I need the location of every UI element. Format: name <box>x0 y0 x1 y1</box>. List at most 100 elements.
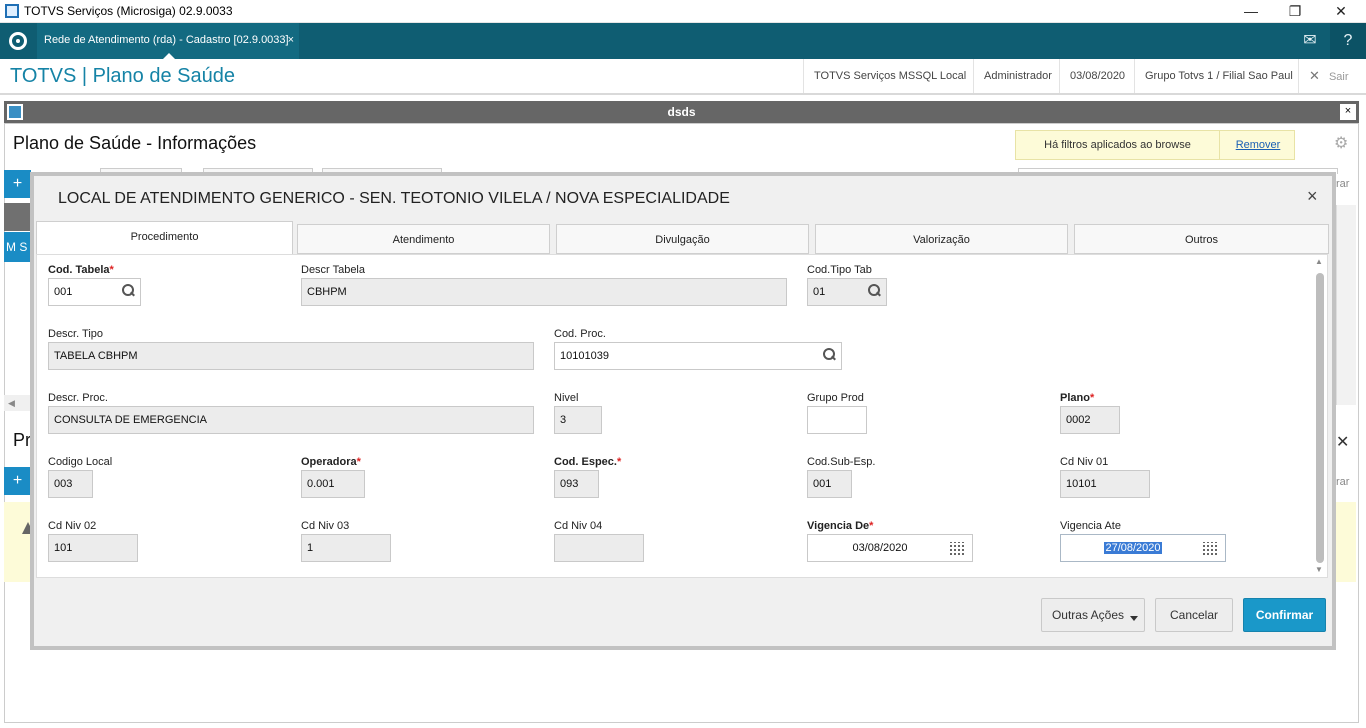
section-title-fragment: Pr <box>13 430 31 450</box>
scroll-left-icon[interactable]: ◀ <box>4 395 31 411</box>
modal-close-icon[interactable]: × <box>1307 186 1318 207</box>
cd-niv-04-label: Cd Niv 04 <box>554 520 603 532</box>
environment-label: TOTVS Serviços MSSQL Local <box>803 59 976 93</box>
other-actions-button[interactable]: Outras Ações <box>1041 598 1145 632</box>
section-close-icon[interactable]: ✕ <box>1336 432 1349 452</box>
date-label: 03/08/2020 <box>1059 59 1135 93</box>
cod-tabela-field[interactable]: 001 <box>48 278 141 306</box>
cancel-button[interactable]: Cancelar <box>1155 598 1233 632</box>
calendar-icon[interactable] <box>950 542 966 555</box>
help-icon[interactable]: ? <box>1330 23 1366 59</box>
totvs-logo-icon[interactable] <box>9 32 27 50</box>
user-label: Administrador <box>973 59 1062 93</box>
add-button-fragment[interactable]: + <box>4 170 31 198</box>
confirm-button[interactable]: Confirmar <box>1243 598 1326 632</box>
descr-tipo-label: Descr. Tipo <box>48 328 104 340</box>
app-icon <box>5 4 19 18</box>
minimize-button[interactable]: — <box>1228 0 1274 23</box>
cod-sub-esp-field[interactable]: 001 <box>807 470 852 498</box>
warning-panel-fragment-right <box>1336 502 1356 582</box>
vigencia-ate-field[interactable]: 27/08/2020 <box>1060 534 1226 562</box>
app-brand: TOTVS | Plano de Saúde <box>10 65 235 87</box>
tab-outros[interactable]: Outros <box>1074 224 1329 254</box>
cd-niv-03-label: Cd Niv 03 <box>301 520 350 532</box>
add-button-fragment-2[interactable]: + <box>4 467 31 495</box>
codigo-local-label: Codigo Local <box>48 456 113 468</box>
page-title: Plano de Saúde - Informações <box>13 133 257 153</box>
window-title-bar: TOTVS Serviços (Microsiga) 02.9.0033 — ❐… <box>0 0 1366 23</box>
search-icon[interactable] <box>823 348 835 360</box>
cod-proc-label: Cod. Proc. <box>554 328 606 340</box>
cod-tipo-tab-label: Cod.Tipo Tab <box>807 264 872 276</box>
descr-tipo-field[interactable]: TABELA CBHPM <box>48 342 534 370</box>
cd-niv-02-label: Cd Niv 02 <box>48 520 97 532</box>
branch-label: Grupo Totvs 1 / Filial Sao Paul <box>1134 59 1303 93</box>
restore-button[interactable]: ❐ <box>1272 0 1318 23</box>
descr-proc-field[interactable]: CONSULTA DE EMERGENCIA <box>48 406 534 434</box>
cod-tabela-label: Cod. Tabela* <box>48 264 114 276</box>
window-title: TOTVS Serviços (Microsiga) 02.9.0033 <box>24 4 233 18</box>
grid-row-fragment: M S <box>4 232 31 262</box>
modal-title: LOCAL DE ATENDIMENTO GENERICO - SEN. TEO… <box>58 190 730 207</box>
scroll-down-icon[interactable]: ▼ <box>1315 565 1323 574</box>
cd-niv-01-field[interactable]: 10101 <box>1060 470 1150 498</box>
filter-notice-text: Há filtros aplicados ao browse <box>1016 131 1220 159</box>
inner-window-title: dsds <box>667 105 696 119</box>
cd-niv-03-field[interactable]: 1 <box>301 534 391 562</box>
calendar-icon[interactable] <box>1203 542 1219 555</box>
cod-tipo-tab-field[interactable]: 01 <box>807 278 887 306</box>
filter-remove-link[interactable]: Remover <box>1220 131 1296 159</box>
exit-label: Sair <box>1328 71 1349 83</box>
vigencia-de-field[interactable]: 03/08/2020 <box>807 534 973 562</box>
descr-tabela-label: Descr Tabela <box>301 264 365 276</box>
exit-button[interactable]: ✕ Sair <box>1298 59 1349 93</box>
cod-sub-esp-label: Cod.Sub-Esp. <box>807 456 876 468</box>
mail-icon[interactable]: ✉ <box>1292 23 1328 59</box>
modal-form-body: Cod. Tabela* 001 Descr Tabela CBHPM Cod.… <box>36 254 1328 578</box>
filter-notice: Há filtros aplicados ao browse Remover <box>1015 130 1295 160</box>
operadora-field[interactable]: 0.001 <box>301 470 365 498</box>
exit-icon: ✕ <box>1309 68 1320 83</box>
app-header: TOTVS | Plano de Saúde TOTVS Serviços MS… <box>0 59 1366 95</box>
nivel-field[interactable]: 3 <box>554 406 602 434</box>
cd-niv-04-field[interactable] <box>554 534 644 562</box>
search-icon[interactable] <box>122 284 134 296</box>
nivel-label: Nivel <box>554 392 579 404</box>
codigo-local-field[interactable]: 003 <box>48 470 93 498</box>
cod-proc-field[interactable]: 10101039 <box>554 342 842 370</box>
cod-espec-field[interactable]: 093 <box>554 470 599 498</box>
plano-field[interactable]: 0002 <box>1060 406 1120 434</box>
scroll-up-icon[interactable]: ▲ <box>1315 257 1323 266</box>
cd-niv-02-field[interactable]: 101 <box>48 534 138 562</box>
operadora-label: Operadora* <box>301 456 361 468</box>
inner-window-close-button[interactable]: × <box>1340 104 1356 120</box>
close-window-button[interactable]: ✕ <box>1318 0 1364 23</box>
tab-label: Rede de Atendimento (rda) - Cadastro [02… <box>44 34 289 46</box>
background-text-fragment: rar <box>1336 178 1350 190</box>
tab-atendimento[interactable]: Atendimento <box>297 224 550 254</box>
tab-valorizacao[interactable]: Valorização <box>815 224 1068 254</box>
background-scrollbar[interactable] <box>1336 205 1356 405</box>
vigencia-de-label: Vigencia De* <box>807 520 874 532</box>
cd-niv-01-label: Cd Niv 01 <box>1060 456 1109 468</box>
vigencia-ate-label: Vigencia Ate <box>1060 520 1121 532</box>
tab-close-icon[interactable]: × <box>288 23 294 57</box>
search-icon[interactable] <box>868 284 880 296</box>
chevron-down-icon <box>1130 616 1138 621</box>
cod-espec-label: Cod. Espec.* <box>554 456 622 468</box>
descr-proc-label: Descr. Proc. <box>48 392 108 404</box>
descr-tabela-field[interactable]: CBHPM <box>301 278 787 306</box>
tab-divulgacao[interactable]: Divulgação <box>556 224 809 254</box>
app-tab-bar: Rede de Atendimento (rda) - Cadastro [02… <box>0 23 1366 59</box>
tab-procedimento[interactable]: Procedimento <box>36 221 293 255</box>
edit-modal: LOCAL DE ATENDIMENTO GENERICO - SEN. TEO… <box>30 172 1336 650</box>
grid-header-fragment <box>4 203 31 231</box>
plano-label: Plano* <box>1060 392 1095 404</box>
grupo-prod-label: Grupo Prod <box>807 392 864 404</box>
gear-icon[interactable]: ⚙ <box>1334 133 1348 153</box>
background-text-fragment-2: rar <box>1336 476 1350 488</box>
scrollbar-thumb[interactable] <box>1316 273 1324 563</box>
warning-panel-fragment <box>4 502 31 582</box>
grupo-prod-field[interactable] <box>807 406 867 434</box>
form-vertical-scrollbar[interactable]: ▲ ▼ <box>1314 257 1326 577</box>
